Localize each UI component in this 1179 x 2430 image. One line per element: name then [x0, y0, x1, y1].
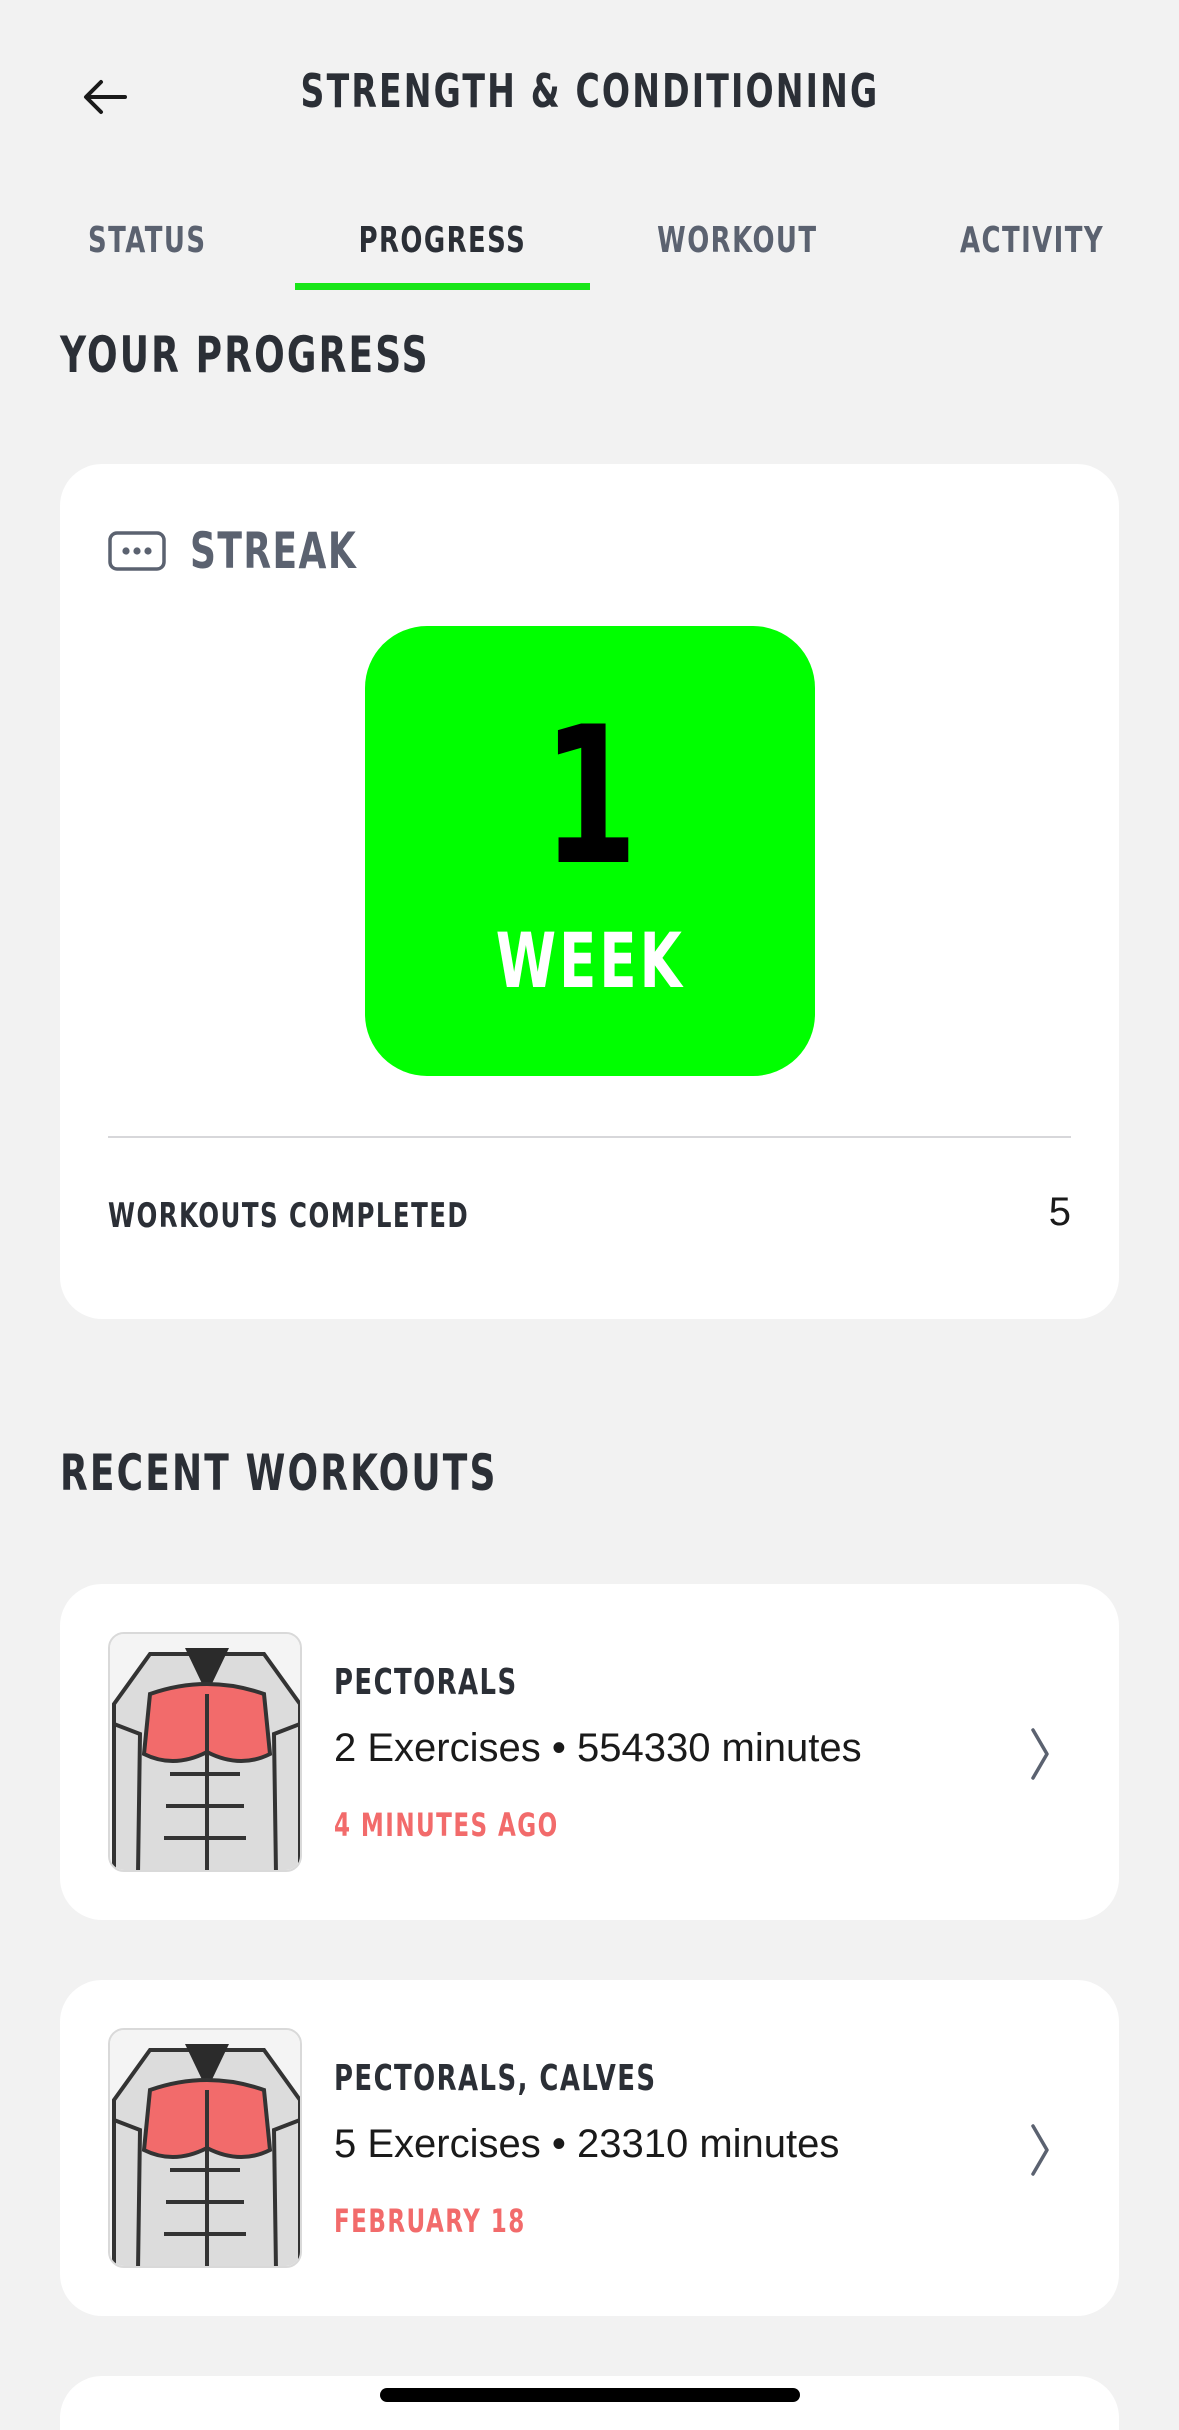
streak-value-wrap: 1: [365, 686, 815, 907]
progress-heading-wrap: YOUR PROGRESS: [60, 326, 574, 384]
top-bar: STRENGTH & CONDITIONING: [0, 0, 1179, 190]
tab-workout[interactable]: WORKOUT: [590, 190, 885, 290]
workout-detail: 5 Exercises • 23310 minutes: [334, 2122, 840, 2166]
workout-list-item[interactable]: PECTORALS, CALVES 5 Exercises • 23310 mi…: [60, 1980, 1119, 2316]
divider: [108, 1136, 1071, 1138]
chest-muscle-diagram-icon: [110, 2030, 300, 2266]
workouts-completed-label-wrap: WORKOUTS COMPLETED: [108, 1196, 610, 1236]
chevron-right-icon: [1031, 2124, 1049, 2176]
tab-bar: STATUS PROGRESS WORKOUT ACTIVITY: [0, 190, 1179, 290]
streak-value: 1: [542, 686, 638, 907]
workouts-completed-label: WORKOUTS COMPLETED: [108, 1196, 470, 1236]
workout-thumbnail: [108, 1632, 302, 1872]
tab-progress-label: PROGRESS: [358, 219, 526, 261]
tab-status-label: STATUS: [88, 219, 207, 261]
streak-badge: 1 WEEK: [365, 626, 815, 1076]
home-indicator[interactable]: [380, 2388, 800, 2402]
workout-title: PECTORALS, CALVES: [334, 2058, 657, 2099]
tab-activity-label: ACTIVITY: [959, 219, 1104, 261]
streak-label: STREAK: [190, 522, 358, 580]
workout-title-wrap: PECTORALS: [334, 1662, 589, 1703]
chest-muscle-diagram-icon: [110, 1634, 300, 1870]
workout-title-wrap: PECTORALS, CALVES: [334, 2058, 782, 2099]
streak-header: STREAK: [108, 522, 422, 580]
page-title: STRENGTH & CONDITIONING: [300, 64, 879, 118]
dots-badge-icon: [108, 531, 166, 571]
workout-time: 4 MINUTES AGO: [334, 1806, 559, 1844]
workout-detail: 2 Exercises • 554330 minutes: [334, 1726, 862, 1770]
tab-workout-label: WORKOUT: [656, 219, 818, 261]
recent-workouts-heading: RECENT WORKOUTS: [60, 1444, 498, 1502]
workouts-completed-value: 5: [1048, 1190, 1071, 1234]
recent-heading-wrap: RECENT WORKOUTS: [60, 1444, 668, 1502]
active-tab-indicator: [295, 283, 590, 290]
workout-time-wrap: 4 MINUTES AGO: [334, 1806, 646, 1844]
workout-thumbnail: [108, 2028, 302, 2268]
streak-unit-wrap: WEEK: [365, 916, 815, 1005]
workout-list-item[interactable]: PECTORALS 2 Exercises • 554330 minutes 4…: [60, 1584, 1119, 1920]
streak-card: STREAK 1 WEEK WORKOUTS COMPLETED 5: [60, 464, 1119, 1319]
progress-heading: YOUR PROGRESS: [60, 326, 430, 384]
workout-time: FEBRUARY 18: [334, 2202, 526, 2240]
tab-status[interactable]: STATUS: [0, 190, 295, 290]
workout-time-wrap: FEBRUARY 18: [334, 2202, 600, 2240]
app-screen: STRENGTH & CONDITIONING STATUS PROGRESS …: [0, 0, 1179, 2430]
page-title-wrap: STRENGTH & CONDITIONING: [0, 64, 1179, 118]
chevron-right-icon: [1031, 1728, 1049, 1780]
workout-title: PECTORALS: [334, 1662, 518, 1703]
tab-activity[interactable]: ACTIVITY: [884, 190, 1179, 290]
tab-progress[interactable]: PROGRESS: [295, 190, 590, 290]
streak-unit: WEEK: [495, 916, 685, 1005]
workout-list-item-partial[interactable]: [60, 2376, 1119, 2430]
